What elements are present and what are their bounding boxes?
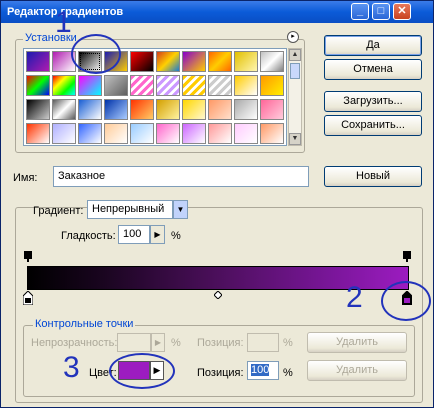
annotation-3: 3 (63, 351, 80, 384)
gradient-preset-swatch[interactable] (130, 51, 154, 72)
gradient-preset-swatch[interactable] (52, 99, 76, 120)
gradient-preset-swatch[interactable] (234, 123, 258, 144)
gradient-preset-swatch[interactable] (234, 99, 258, 120)
name-label: Имя: (13, 172, 38, 184)
minimize-icon[interactable]: _ (351, 3, 369, 20)
gradient-preset-swatch[interactable] (208, 123, 232, 144)
gradient-editor-window: Редактор градиентов _ □ ✕ Установки ▸ ▲ … (0, 0, 434, 408)
gradient-preset-swatch[interactable] (26, 99, 50, 120)
scroll-down-icon[interactable]: ▼ (289, 133, 301, 145)
smoothness-label: Гладкость: (61, 230, 116, 242)
opacity-stop-left[interactable] (24, 251, 32, 262)
gradient-type-select[interactable]: Непрерывный (87, 200, 173, 219)
opacity-label: Непрозрачность: (31, 337, 118, 349)
gradient-preset-swatch[interactable] (182, 123, 206, 144)
gradient-preset-swatch[interactable] (104, 99, 128, 120)
gradient-preset-swatch[interactable] (26, 51, 50, 72)
annotation-circle-1 (71, 34, 121, 74)
gradient-preset-swatch[interactable] (182, 51, 206, 72)
color-position-unit: % (283, 367, 293, 379)
scroll-up-icon[interactable]: ▲ (289, 49, 301, 61)
midpoint-diamond-icon[interactable] (213, 290, 223, 300)
gradient-preset-swatch[interactable] (260, 99, 284, 120)
opacity-input (117, 333, 151, 352)
gradient-preset-swatch[interactable] (156, 123, 180, 144)
stops-label: Контрольные точки (33, 318, 136, 330)
gradient-preset-swatch[interactable] (26, 75, 50, 96)
color-position-input[interactable]: 100 (247, 361, 279, 380)
annotation-1: 1 (55, 6, 72, 39)
gradient-preset-swatch[interactable] (78, 123, 102, 144)
maximize-icon[interactable]: □ (372, 3, 390, 20)
annotation-circle-2 (381, 281, 431, 321)
color-position-value: 100 (251, 364, 270, 376)
gradient-preset-swatch[interactable] (234, 75, 258, 96)
gradient-preset-swatch[interactable] (52, 75, 76, 96)
delete-opacity-stop-button: Удалить (307, 332, 407, 353)
smoothness-arrow-icon[interactable]: ▶ (150, 225, 165, 244)
gradient-preset-swatch[interactable] (260, 123, 284, 144)
gradient-preset-swatch[interactable] (156, 75, 180, 96)
scroll-thumb[interactable] (290, 63, 300, 79)
name-input[interactable]: Заказное (53, 166, 309, 187)
annotation-2: 2 (346, 281, 363, 314)
save-button[interactable]: Сохранить... (324, 115, 422, 136)
gradient-preset-swatch[interactable] (182, 99, 206, 120)
gradient-preset-swatch[interactable] (104, 75, 128, 96)
opacity-unit: % (171, 337, 181, 349)
load-button[interactable]: Загрузить... (324, 91, 422, 112)
gradient-preset-swatch[interactable] (78, 99, 102, 120)
opacity-arrow-icon: ▶ (151, 333, 165, 352)
smoothness-input[interactable]: 100 (118, 225, 150, 244)
gradient-preset-swatch[interactable] (260, 51, 284, 72)
close-icon[interactable]: ✕ (393, 3, 411, 20)
gradient-preset-swatch[interactable] (260, 75, 284, 96)
presets-scrollbar[interactable]: ▲ ▼ (288, 48, 302, 146)
gradient-preset-swatch[interactable] (156, 51, 180, 72)
annotation-circle-3 (109, 353, 175, 389)
gradient-preset-swatch[interactable] (130, 75, 154, 96)
gradient-preset-swatch[interactable] (234, 51, 258, 72)
opacity-position-unit: % (283, 337, 293, 349)
gradient-preset-swatch[interactable] (104, 123, 128, 144)
gradient-preset-swatch[interactable] (208, 75, 232, 96)
ok-button[interactable]: Да (324, 35, 422, 56)
smoothness-unit: % (171, 230, 181, 242)
opacity-position-input (247, 333, 279, 352)
chevron-down-icon[interactable]: ▼ (173, 200, 188, 219)
gradient-preset-swatch[interactable] (156, 99, 180, 120)
presets-menu-icon[interactable]: ▸ (287, 31, 299, 43)
gradient-preset-swatch[interactable] (52, 123, 76, 144)
gradient-preset-swatch[interactable] (208, 51, 232, 72)
color-stop-left[interactable] (22, 290, 34, 306)
opacity-position-label: Позиция: (197, 337, 244, 349)
delete-color-stop-button: Удалить (307, 360, 407, 381)
gradient-preset-swatch[interactable] (130, 99, 154, 120)
cancel-button[interactable]: Отмена (324, 59, 422, 80)
opacity-stop-right[interactable] (403, 251, 411, 262)
presets-swatch-grid (23, 48, 287, 146)
color-position-label: Позиция: (197, 367, 244, 379)
gradient-preset-swatch[interactable] (78, 75, 102, 96)
gradient-preset-swatch[interactable] (208, 99, 232, 120)
gradient-type-label: Градиент: (33, 205, 84, 217)
gradient-preset-swatch[interactable] (130, 123, 154, 144)
new-button[interactable]: Новый (324, 166, 422, 187)
gradient-preset-swatch[interactable] (182, 75, 206, 96)
gradient-preset-swatch[interactable] (26, 123, 50, 144)
